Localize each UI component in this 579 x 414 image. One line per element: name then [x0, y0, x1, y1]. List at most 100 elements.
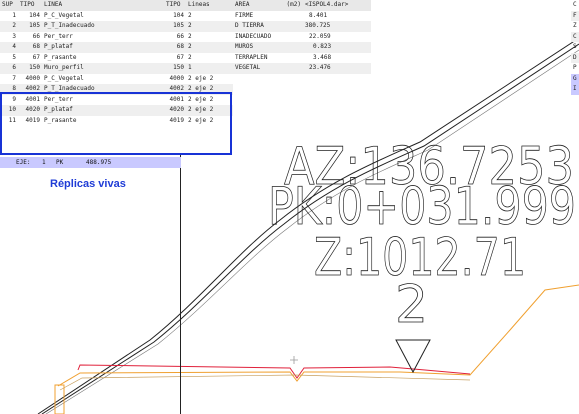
triangle-marker — [395, 339, 431, 374]
table-row[interactable]: 6 150 Muro_perfil 150 1 — [0, 63, 233, 74]
area-name: D TIERRA — [233, 21, 303, 32]
cell-tipo: 67 — [32, 53, 40, 61]
cell-lineas: 2 eje 2 — [188, 116, 214, 124]
cell-tipo-2: 4020 — [164, 105, 186, 116]
area-name: FIRME — [235, 11, 254, 19]
eje-label: EJE: — [16, 159, 31, 166]
area-value: 0.823 — [303, 42, 371, 53]
orange-profile-line — [57, 284, 579, 387]
cell-tipo-2: 4002 — [164, 84, 186, 95]
cell-tipo: 68 — [18, 42, 42, 53]
strip-row: Z — [571, 21, 579, 32]
cell-lineas: 2 eje 2 — [188, 95, 214, 103]
cell-lineas: 2 — [188, 53, 192, 61]
area-table-header: AREA (m2) <ISPOL4.dar> — [233, 0, 371, 11]
cell-lineas: 2 eje 2 — [188, 74, 214, 82]
table-row[interactable]: 11 4019 P_rasante 4019 2 eje 2 — [0, 116, 233, 127]
cell-tipo: 4020 — [18, 105, 42, 116]
cell-tipo: 4000 — [25, 74, 40, 82]
cell-tipo-2: 4001 — [169, 95, 184, 103]
strip-cell: P — [573, 64, 577, 71]
pk-label: PK — [56, 159, 64, 166]
header-area: AREA — [233, 0, 277, 11]
table-row[interactable]: 5 67 P_rasante 67 2 — [0, 53, 233, 64]
cell-tipo-2: 105 — [164, 21, 186, 32]
area-row[interactable]: VEGETAL 23.476 — [233, 63, 371, 74]
header-tipo: TIPO — [18, 0, 42, 11]
cell-sup: 3 — [12, 32, 16, 40]
strip-row: F — [571, 10, 579, 21]
table-row[interactable]: 4 68 P_plataf 68 2 — [0, 42, 233, 53]
header-tipo-2: TIPO — [164, 0, 186, 11]
strip-cell: G — [573, 74, 577, 82]
cell-tipo: 4001 — [25, 95, 40, 103]
cell-lineas: 2 eje 2 — [186, 105, 233, 116]
cell-tipo-2: 104 — [173, 11, 184, 19]
cell-linea: P_T_Inadecuado — [42, 84, 164, 95]
strip-row: C — [571, 0, 579, 11]
header-lineas: Lineas — [186, 0, 233, 11]
cell-lineas: 2 — [186, 42, 233, 53]
cell-linea: Per_terr — [44, 95, 73, 103]
crosshair-mark — [290, 356, 298, 364]
cell-sup: 8 — [0, 84, 18, 95]
cell-sup: 2 — [0, 21, 18, 32]
cell-sup: 5 — [12, 53, 16, 61]
cell-tipo: 66 — [32, 32, 40, 40]
table-row[interactable]: 1 104 P_C_Vegetal 104 2 — [0, 11, 233, 22]
strip-row: G — [571, 73, 579, 84]
strip-row: C — [571, 31, 579, 42]
strip-row: S — [571, 42, 579, 53]
cell-sup: 7 — [12, 74, 16, 82]
area-row[interactable]: MUROS 0.823 — [233, 42, 371, 53]
strip-cell: S — [573, 43, 577, 50]
area-value: 23.476 — [303, 63, 371, 74]
table-row[interactable]: 8 4002 P_T_Inadecuado 4002 2 eje 2 — [0, 84, 233, 95]
cell-linea: P_C_Vegetal — [44, 74, 84, 82]
cell-tipo: 104 — [29, 11, 40, 19]
viewport-divider — [180, 155, 181, 414]
cell-tipo: 4002 — [18, 84, 42, 95]
area-row[interactable]: D TIERRA 380.725 — [233, 21, 371, 32]
table-row[interactable]: 2 105 P_T_Inadecuado 105 2 — [0, 21, 233, 32]
area-row[interactable]: INADECUADO 22.059 — [233, 32, 371, 43]
cell-lineas: 2 eje 2 — [186, 84, 233, 95]
cell-tipo-2: 67 — [176, 53, 184, 61]
table-row[interactable]: 9 4001 Per_terr 4001 2 eje 2 — [0, 95, 233, 106]
cell-tipo: 150 — [18, 63, 42, 74]
cell-tipo-2: 4019 — [169, 116, 184, 124]
line-table-header: SUP TIPO LINEA TIPO Lineas — [0, 0, 233, 11]
strip-cell: I — [573, 85, 577, 92]
strip-cell: F — [571, 10, 579, 21]
area-value: 3.468 — [313, 53, 332, 61]
cell-lineas: 2 — [186, 21, 233, 32]
cell-linea: P_plataf — [42, 42, 164, 53]
table-row[interactable]: 3 66 Per_terr 66 2 — [0, 32, 233, 43]
strip-cell: C — [571, 31, 579, 42]
area-table: AREA (m2) <ISPOL4.dar> FIRME 8.401 D TIE… — [233, 0, 371, 74]
header-sup: SUP — [0, 0, 18, 11]
strip-cell: Z — [573, 22, 577, 29]
number-annotation: 2 — [395, 275, 428, 335]
cell-sup: 9 — [12, 95, 16, 103]
eje-value: 1 — [42, 159, 46, 166]
strip-row: D — [571, 52, 579, 63]
table-row[interactable]: 7 4000 P_C_Vegetal 4000 2 eje 2 — [0, 74, 233, 85]
cell-sup: 11 — [8, 116, 16, 124]
cell-lineas: 1 — [186, 63, 233, 74]
table-row[interactable]: 10 4020 P_plataf 4020 2 eje 2 — [0, 105, 233, 116]
cell-tipo: 4019 — [25, 116, 40, 124]
cell-lineas: 2 — [188, 32, 192, 40]
cell-sup: 10 — [0, 105, 18, 116]
area-row[interactable]: FIRME 8.401 — [233, 11, 371, 22]
cell-tipo-2: 4000 — [169, 74, 184, 82]
area-row[interactable]: TERRAPLEN 3.468 — [233, 53, 371, 64]
area-name: INADECUADO — [235, 32, 272, 40]
truncated-right-panel: C F Z C S D P G I — [571, 0, 579, 95]
line-table: SUP TIPO LINEA TIPO Lineas 1 104 P_C_Veg… — [0, 0, 233, 126]
pk-value: 488.975 — [86, 159, 112, 166]
cell-linea: Muro_perfil — [42, 63, 164, 74]
area-name: MUROS — [233, 42, 303, 53]
red-profile-line — [77, 364, 471, 379]
area-value: 8.401 — [309, 11, 328, 19]
